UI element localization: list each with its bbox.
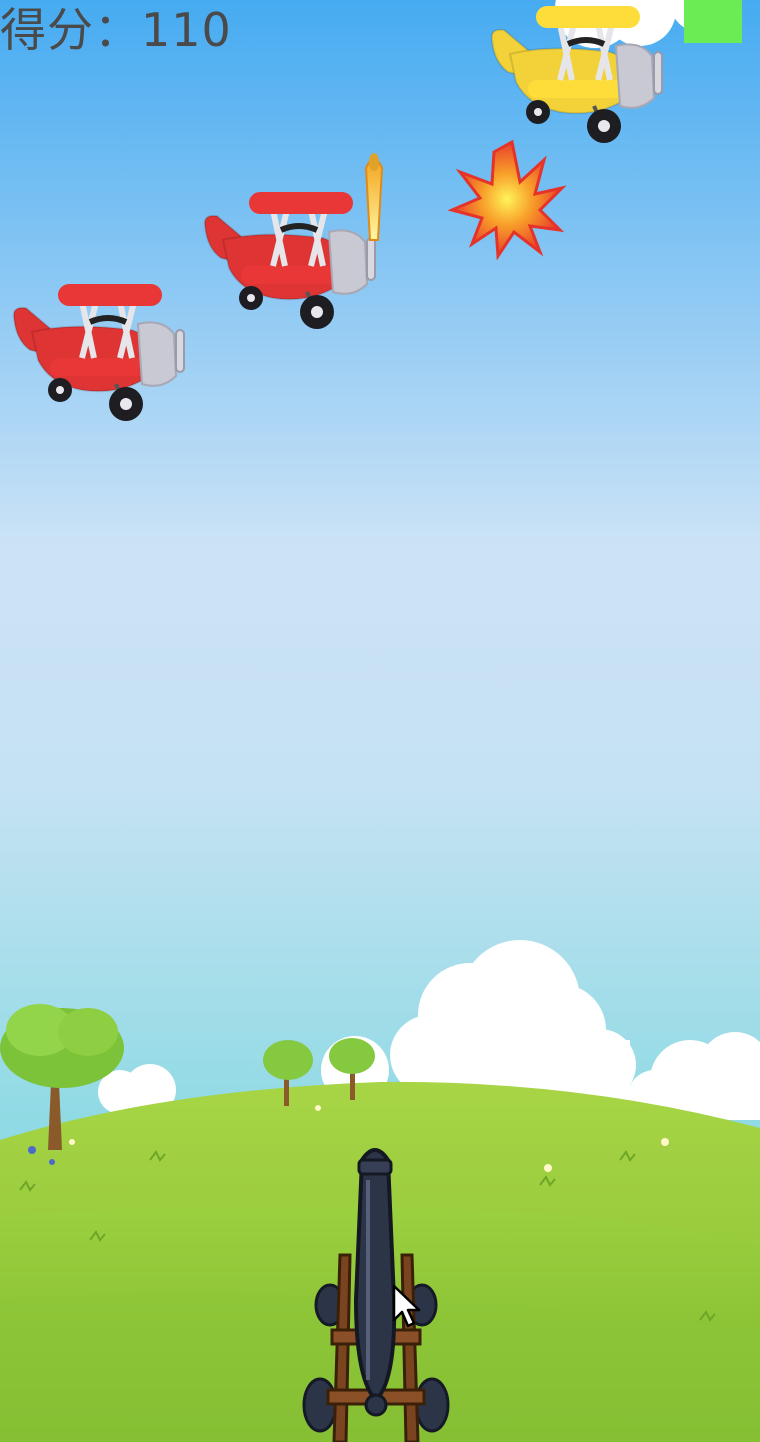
game-stage[interactable]: 得分：110 [0, 0, 760, 1442]
score-display: 得分：110 [0, 2, 232, 58]
status-indicator[interactable] [684, 0, 742, 43]
cannonball-icon [364, 153, 384, 241]
score-value: 110 [141, 3, 232, 57]
game-scene[interactable] [0, 0, 760, 1442]
mouse-cursor-icon [392, 1284, 421, 1328]
score-label: 得分： [0, 3, 141, 57]
